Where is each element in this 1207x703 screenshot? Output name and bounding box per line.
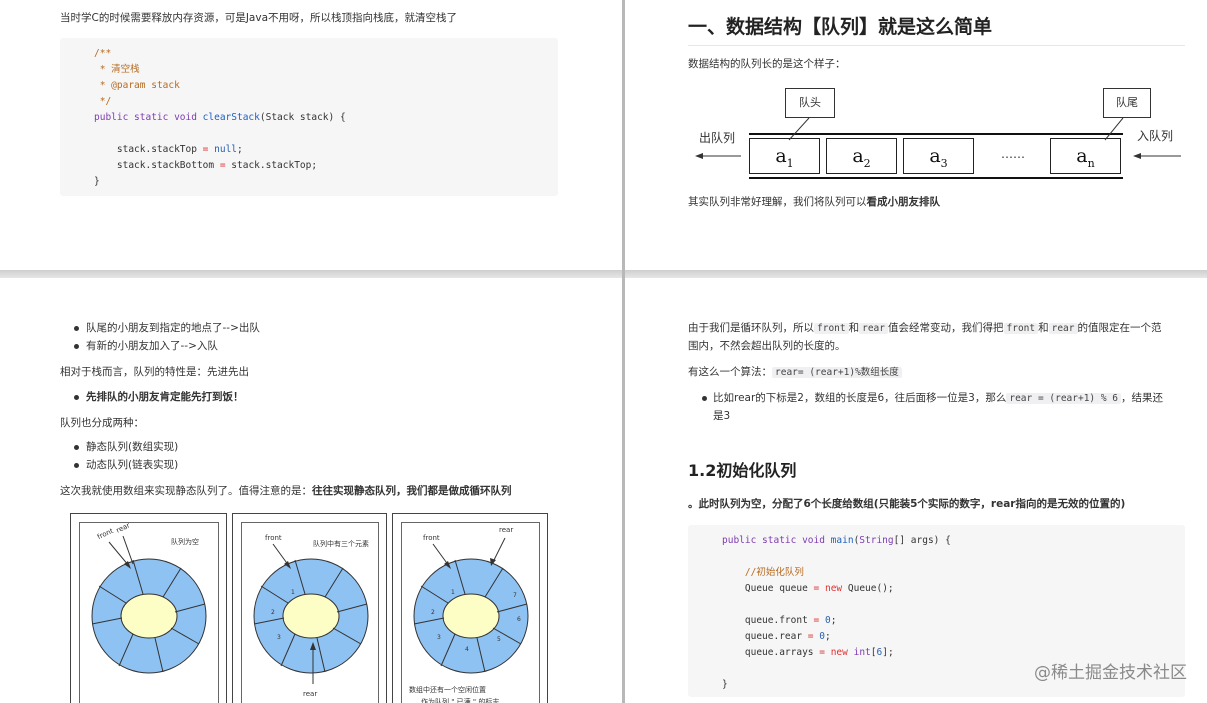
slot-number: 2	[431, 609, 435, 616]
ring-diagram	[413, 537, 529, 674]
bullet-dot	[74, 445, 79, 450]
circular-queue-figure-empty: front rear 队列为空	[70, 513, 227, 703]
paragraph: 由于我们是循环队列，所以 front 和 rear 值会经常变动，我们得把 front 和 r…	[688, 322, 1162, 334]
bullet-dot	[74, 326, 79, 331]
code-line: /**	[94, 48, 112, 59]
slot-number: 7	[513, 592, 517, 599]
code-line: stack.stackTop = null;	[94, 144, 243, 155]
code-line: stack.stackBottom = stack.stackTop;	[94, 160, 318, 171]
code-line: queue.arrays = new int[6];	[722, 647, 894, 658]
page-bottom-right: 由于我们是循环队列，所以 front 和 rear 值会经常变动，我们得把 front 和 r…	[625, 278, 1207, 703]
circular-queue-figure-three: front 队列中有三个元素 1 2 3 rear	[232, 513, 387, 703]
paragraph: 围内，不然会超出队列的长度的。	[688, 340, 846, 352]
page-top-left: 当时学C的时候需要释放内存资源，可是Java不用呀，所以栈顶指向栈底，就清空栈了…	[0, 0, 622, 270]
front-label: front	[265, 534, 282, 542]
section-heading: 1.2初始化队列	[688, 461, 797, 480]
paragraph: 相对于栈而言，队列的特性是：先进先出	[60, 366, 249, 378]
paragraph: 队列也分成两种：	[60, 417, 144, 429]
list-item: 比如rear的下标是2，数组的长度是6，往后面移一位是3，那么 rear = (r…	[713, 392, 1164, 404]
bullet-dot	[74, 344, 79, 349]
code-line: Queue queue = new Queue();	[722, 583, 894, 594]
paragraph: 。此时队列为空，分配了6个长度给数组(只能装5个实际的数字，rear指向的是无效…	[688, 498, 1126, 510]
list-item: 先排队的小朋友肯定能先打到饭！	[86, 391, 244, 403]
bullet-dot	[74, 395, 79, 400]
code-line: //初始化队列	[722, 567, 804, 578]
bullet-dot	[702, 396, 707, 401]
heading-rule	[688, 45, 1185, 46]
code-line: }	[722, 679, 728, 690]
bullet-dot	[74, 463, 79, 468]
slot-number: 3	[437, 634, 441, 641]
figure-note: 作为队列 " 已满 " 的标志	[421, 698, 500, 703]
paragraph: 这次我就使用数组来实现静态队列了。值得注意的是：往往实现静态队列，我们都是做成循…	[60, 485, 512, 497]
slot-number: 3	[277, 634, 281, 641]
paragraph: 当时学C的时候需要释放内存资源，可是Java不用呀，所以栈顶指向栈底，就清空栈了	[60, 12, 458, 24]
code-line: * 清空栈	[94, 64, 140, 75]
code-line: */	[94, 96, 112, 107]
code-line: public static void main(String[] args) {	[722, 535, 951, 546]
list-item: 是3	[713, 410, 731, 422]
slot-number: 5	[497, 636, 501, 643]
list-item: 有新的小朋友加入了-->入队	[86, 340, 218, 352]
code-line: queue.front = 0;	[722, 615, 837, 626]
paragraph: 数据结构的队列长的是这个样子：	[688, 58, 846, 70]
rear-label: rear	[499, 526, 514, 534]
list-item: 队尾的小朋友到指定的地点了-->出队	[86, 322, 260, 334]
code-line: public static void clearStack(Stack stac…	[94, 112, 346, 123]
figure-caption: 队列中有三个元素	[313, 540, 369, 548]
rear-label: rear	[303, 690, 318, 698]
slot-number: 6	[517, 616, 521, 623]
circular-queue-figure-full: front rear 1 2 3 4 5 6 7 数组中还有一个空闲位置 作为队…	[392, 513, 548, 703]
list-item: 动态队列(链表实现)	[86, 459, 179, 471]
section-heading: 一、数据结构【队列】就是这么简单	[688, 16, 993, 38]
figure-caption: 队列为空	[171, 538, 199, 546]
watermark: @稀土掘金技术社区	[1034, 663, 1187, 683]
code-line: * @param stack	[94, 80, 180, 91]
page-bottom-left: 队尾的小朋友到指定的地点了-->出队 有新的小朋友加入了-->入队 相对于栈而言…	[0, 278, 622, 703]
code-line: }	[94, 176, 100, 187]
page-gap-vertical	[622, 0, 625, 703]
page-gap-horizontal	[0, 270, 1207, 278]
diagram-arrows	[695, 117, 1181, 159]
slot-number: 1	[291, 589, 295, 596]
paragraph: 有这么一个算法： rear= (rear+1)%数组长度	[688, 364, 902, 381]
code-line: queue.rear = 0;	[722, 631, 831, 642]
code-block: /** * 清空栈 * @param stack */ public stati…	[60, 38, 558, 196]
front-label: front	[423, 534, 440, 542]
slot-number: 4	[465, 646, 469, 653]
queue-diagram: a1 a2 a3 …… an 队头 队尾 出队列 入队列	[685, 82, 1195, 188]
paragraph: 其实队列非常好理解，我们将队列可以看成小朋友排队	[688, 196, 940, 208]
page-top-right: 一、数据结构【队列】就是这么简单 数据结构的队列长的是这个样子： a1 a2 a…	[625, 0, 1207, 270]
slot-number: 2	[271, 609, 275, 616]
slot-number: 1	[451, 589, 455, 596]
ring-diagram	[91, 535, 207, 674]
list-item: 静态队列(数组实现)	[86, 441, 179, 453]
